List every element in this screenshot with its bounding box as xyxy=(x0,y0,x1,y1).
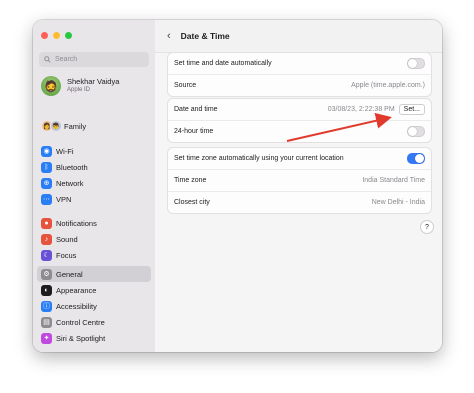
sidebar-item-label: VPN xyxy=(56,194,72,204)
sidebar-item-control-centre[interactable]: ▤ Control Centre xyxy=(37,314,151,330)
appearance-icon: ◐ xyxy=(41,284,52,296)
setting-row-set-time-and-date-automaticall: Set time and date automatically xyxy=(168,53,431,75)
profile-subtitle: Apple ID xyxy=(67,87,91,93)
sidebar: Search 🧔 Shekhar Vaidya Apple ID 👩 👦 Fami… xyxy=(33,20,156,352)
page-title: Date & Time xyxy=(180,31,230,41)
set-datetime-button[interactable]: Set... xyxy=(398,104,425,115)
sidebar-item-network[interactable]: ⊕ Network xyxy=(37,175,151,191)
toggle-knob xyxy=(408,127,417,136)
help-button[interactable]: ? xyxy=(420,220,434,234)
search-icon xyxy=(44,56,51,63)
back-chevron-icon[interactable]: ‹ xyxy=(167,30,171,42)
bluetooth-icon: ᛒ xyxy=(41,161,52,173)
sidebar-item-notifications[interactable]: ● Notifications xyxy=(37,215,151,231)
toggle-switch[interactable] xyxy=(407,58,425,69)
sidebar-item-label: Bluetooth xyxy=(56,162,88,172)
settings-card-auto-time: Set time and date automatically Source App… xyxy=(167,52,432,97)
toggle-switch[interactable] xyxy=(407,126,425,137)
sound-icon: ♪ xyxy=(41,233,52,245)
search-placeholder: Search xyxy=(55,56,78,63)
sidebar-item-label: Sound xyxy=(56,234,78,244)
sidebar-item-label: Family xyxy=(64,121,87,131)
sidebar-item-vpn[interactable]: ⋯ VPN xyxy=(37,191,151,207)
setting-row-24-hour-time: 24-hour time xyxy=(168,121,431,142)
setting-label: Set time and date automatically xyxy=(174,60,272,67)
sidebar-item-appearance[interactable]: ◐ Appearance xyxy=(37,282,151,298)
sidebar-item-label: Appearance xyxy=(56,285,97,295)
siri-icon: ✦ xyxy=(41,332,52,344)
datetime-value: 03/08/23, 2:22:38 PM xyxy=(327,106,395,113)
family-avatars-icon: 👩 👦 xyxy=(41,120,62,132)
sidebar-item-bluetooth[interactable]: ᛒ Bluetooth xyxy=(37,159,151,175)
settings-window: Search 🧔 Shekhar Vaidya Apple ID 👩 👦 Fami… xyxy=(33,20,442,352)
datetime-group: 03/08/23, 2:22:38 PM Set... xyxy=(328,104,425,115)
setting-value: New Delhi - India xyxy=(371,199,425,206)
sidebar-item-label: Network xyxy=(56,178,84,188)
close-button[interactable] xyxy=(41,32,48,39)
setting-row-closest-city: Closest city New Delhi - India xyxy=(168,192,431,213)
sidebar-item-label: Control Centre xyxy=(56,317,105,327)
focus-icon: ☾ xyxy=(41,249,52,261)
accessibility-icon: ⓘ xyxy=(41,300,52,312)
toolbar: ‹ Date & Time xyxy=(155,20,442,53)
sidebar-item-accessibility[interactable]: ⓘ Accessibility xyxy=(37,298,151,314)
network-icon: ⊕ xyxy=(41,177,52,189)
settings-card-time-zone: Set time zone automatically using your c… xyxy=(167,147,432,214)
sidebar-item-label: Wi-Fi xyxy=(56,146,74,156)
profile-name: Shekhar Vaidya xyxy=(67,77,120,86)
toggle-switch[interactable] xyxy=(407,153,425,164)
setting-label: Set time zone automatically using your c… xyxy=(174,155,344,162)
setting-value: Apple (time.apple.com.) xyxy=(351,82,425,89)
search-input[interactable]: Search xyxy=(39,52,149,67)
control-centre-icon: ▤ xyxy=(41,316,52,328)
setting-row-source: Source Apple (time.apple.com.) xyxy=(168,75,431,96)
nav-group-general: ⚙ General ◐ Appearance ⓘ Accessibility ▤ Contro… xyxy=(37,266,151,346)
setting-row-time-zone: Time zone India Standard Time xyxy=(168,170,431,192)
avatar: 🧔 xyxy=(41,76,61,96)
sidebar-item-siri-spotlight[interactable]: ✦ Siri & Spotlight xyxy=(37,330,151,346)
setting-label: Source xyxy=(174,82,197,89)
sidebar-item-label: Accessibility xyxy=(56,301,97,311)
setting-label: 24-hour time xyxy=(174,128,214,135)
wifi-icon: ◉ xyxy=(41,145,52,157)
minimize-button[interactable] xyxy=(53,32,60,39)
sidebar-item-general[interactable]: ⚙ General xyxy=(37,266,151,282)
toggle-knob xyxy=(415,154,424,163)
general-icon: ⚙ xyxy=(41,268,52,280)
sidebar-item-label: General xyxy=(56,269,83,279)
setting-label: Time zone xyxy=(174,177,207,184)
setting-value: India Standard Time xyxy=(362,177,425,184)
sidebar-item-label: Notifications xyxy=(56,218,97,228)
apple-id-profile[interactable]: 🧔 Shekhar Vaidya Apple ID xyxy=(41,76,119,96)
main-content: ‹ Date & Time Set time and date automati… xyxy=(155,20,442,352)
sidebar-item-wi-fi[interactable]: ◉ Wi-Fi xyxy=(37,143,151,159)
setting-label: Closest city xyxy=(174,199,210,206)
nav-group-network: ◉ Wi-Fi ᛒ Bluetooth ⊕ Network ⋯ VPN xyxy=(37,143,151,207)
vpn-icon: ⋯ xyxy=(41,193,52,205)
setting-row-date-and-time: Date and time 03/08/23, 2:22:38 PM Set... xyxy=(168,99,431,121)
toggle-knob xyxy=(408,59,417,68)
setting-row-set-time-zone-automatically-us: Set time zone automatically using your c… xyxy=(168,148,431,170)
notifications-icon: ● xyxy=(41,217,52,229)
sidebar-item-sound[interactable]: ♪ Sound xyxy=(37,231,151,247)
sidebar-item-focus[interactable]: ☾ Focus xyxy=(37,247,151,263)
sidebar-item-label: Siri & Spotlight xyxy=(56,333,106,343)
settings-card-date-time: Date and time 03/08/23, 2:22:38 PM Set... 2… xyxy=(167,98,432,143)
zoom-button[interactable] xyxy=(65,32,72,39)
sidebar-item-label: Focus xyxy=(56,250,77,260)
sidebar-item-family[interactable]: 👩 👦 Family xyxy=(41,120,86,132)
setting-label: Date and time xyxy=(174,106,218,113)
window-controls xyxy=(41,32,72,39)
